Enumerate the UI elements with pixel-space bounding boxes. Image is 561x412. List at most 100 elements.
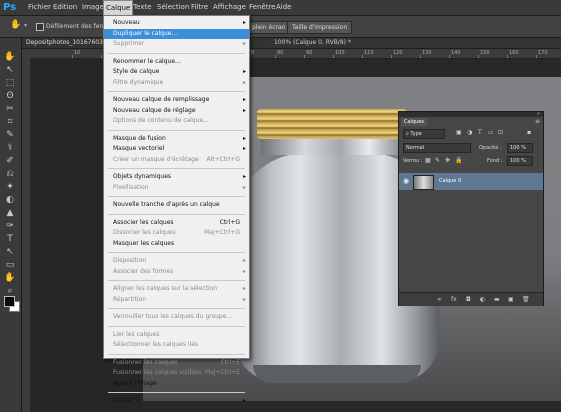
jar-neck-image <box>261 137 405 155</box>
menu-aide[interactable]: Aide <box>274 0 293 15</box>
ruler-tick <box>420 55 421 58</box>
photoshop-logo: Ps <box>3 2 17 13</box>
layer-name[interactable]: Calque 0 <box>439 176 461 186</box>
menu-item-label: Cache <box>113 397 132 404</box>
layers-tab[interactable]: Calques <box>401 118 427 126</box>
ruler-label: 80 <box>277 50 284 56</box>
crop-tool-icon[interactable]: ✂ <box>3 104 17 115</box>
calque-menu-item[interactable]: Masque vectoriel ▸ <box>104 144 249 154</box>
fill-screen-button[interactable]: plein écran <box>247 21 291 34</box>
layers-panel-footer: ∞ fx ◘ ◐ ▬ ▣ 🗑 <box>399 292 543 306</box>
menu-separator <box>108 129 245 131</box>
calque-menu-item[interactable]: Masquer les calques <box>104 239 249 249</box>
slice-tool-icon[interactable]: ⌗ <box>3 117 17 128</box>
menu-affichage[interactable]: Affichage <box>211 0 248 15</box>
lock-transparency-icon[interactable]: ▦ <box>425 157 431 165</box>
hand-view-icon[interactable]: ✋ <box>3 273 17 284</box>
shape-tool-icon[interactable]: ▭ <box>3 260 17 271</box>
burn-tool-icon[interactable]: ◐ <box>3 195 17 206</box>
menu-filtre[interactable]: Filtre <box>189 0 210 15</box>
submenu-arrow-icon: ▸ <box>242 40 246 47</box>
trash-icon[interactable]: 🗑 <box>522 295 530 304</box>
calque-menu-item[interactable]: Nouveau ▸ <box>104 18 249 28</box>
calque-menu-item: Créer un masque d'écrêtage Alt+Ctrl+G <box>104 155 249 165</box>
eraser-tool-icon[interactable]: ✦ <box>3 182 17 193</box>
document-tab[interactable]: Depositphotos_10167603_X <box>26 38 110 48</box>
add-mask-icon[interactable]: ◘ <box>466 295 471 304</box>
healing-tool-icon[interactable]: ⚕ <box>3 143 17 154</box>
new-layer-icon[interactable]: ▣ <box>508 295 514 304</box>
calque-menu-item: Dissocier les calques Maj+Ctrl+G <box>104 228 249 238</box>
layer-filter-select[interactable]: ⌕ Type <box>403 129 445 139</box>
link-layers-icon[interactable]: ∞ <box>437 295 442 304</box>
menu-selection[interactable]: Sélection <box>155 0 191 15</box>
lock-all-icon[interactable]: 🔒 <box>455 157 462 165</box>
hand-tool-icon[interactable]: ✋ <box>10 20 21 30</box>
menu-texte[interactable]: Texte <box>131 0 153 15</box>
ruler-tick <box>391 55 392 58</box>
layer-row[interactable]: ◉ Calque 0 <box>399 173 543 190</box>
visibility-eye-icon[interactable]: ◉ <box>403 177 409 186</box>
adjustment-layer-icon[interactable]: ◐ <box>480 295 485 304</box>
calque-menu-item[interactable]: Nouveau calque de réglage ▸ <box>104 106 249 116</box>
calque-menu-item[interactable]: Aplatir l'image <box>104 379 249 389</box>
menu-separator <box>108 52 245 54</box>
menu-fichier[interactable]: Fichier <box>26 0 53 15</box>
calque-menu-item[interactable]: Dupliquer le calque... <box>104 28 249 39</box>
calque-menu-item[interactable]: Renommer le calque... <box>104 57 249 67</box>
calque-menu-item[interactable]: Nouveau calque de remplissage ▸ <box>104 95 249 105</box>
lock-position-icon[interactable]: ✥ <box>445 157 450 165</box>
fill-field[interactable]: 100 % <box>507 156 533 166</box>
submenu-arrow-icon: ▸ <box>242 68 246 75</box>
brush-tool-icon[interactable]: ✐ <box>3 156 17 167</box>
type-tool-icon[interactable]: T <box>3 234 17 245</box>
menu-item-label: Objets dynamiques <box>113 173 172 180</box>
filter-adjustment-icon[interactable]: ◑ <box>467 129 472 137</box>
marquee-tool-icon[interactable]: ⬚ <box>3 78 17 89</box>
menu-item-label: Associer les calques <box>113 218 174 226</box>
filter-type-icon[interactable]: T <box>478 129 482 137</box>
menu-item-label: Style de calque <box>113 68 160 75</box>
ruler-label: 100 <box>335 50 345 56</box>
calque-menu-item[interactable]: Masque de fusion ▸ <box>104 134 249 144</box>
filter-toggle-icon[interactable]: ▪ <box>527 129 531 137</box>
filter-smart-object-icon[interactable]: ⊡ <box>498 129 503 137</box>
foreground-color-swatch[interactable] <box>4 296 15 307</box>
menu-edition[interactable]: Edition <box>51 0 79 15</box>
calque-menu-item[interactable]: Cache ▸ <box>104 396 249 406</box>
menu-item-label: Répartition <box>113 295 147 303</box>
menu-separator <box>108 91 245 92</box>
menu-fenetre[interactable]: Fenêtre <box>247 0 277 15</box>
calque-menu-item[interactable]: Objets dynamiques ▸ <box>104 172 249 182</box>
collapse-panel-icon[interactable]: » <box>537 111 540 117</box>
history-brush-icon[interactable]: ⎌ <box>3 169 17 180</box>
tool-preset-chevron-icon[interactable]: ▾ <box>24 22 27 29</box>
calque-menu-item[interactable]: Style de calque ▸ <box>104 67 249 77</box>
hand-tool-icon[interactable]: ✋ <box>3 52 17 63</box>
layer-thumbnail <box>413 175 434 190</box>
lasso-tool-icon[interactable]: ʘ <box>3 91 17 102</box>
menu-item-label: Supprimer <box>113 40 145 47</box>
scroll-all-windows-checkbox[interactable] <box>36 23 44 31</box>
filter-pixel-icon[interactable]: ▣ <box>456 129 462 137</box>
panel-menu-icon[interactable]: ≡ <box>535 118 540 125</box>
menu-calque[interactable]: Calque <box>103 0 134 15</box>
path-selection-icon[interactable]: ↖ <box>3 247 17 258</box>
calque-menu-item[interactable]: Associer les calques Ctrl+G <box>104 218 249 228</box>
new-group-icon[interactable]: ▬ <box>494 295 500 304</box>
layer-style-icon[interactable]: fx <box>451 295 457 304</box>
menu-separator <box>108 280 245 281</box>
layers-panel-titlebar[interactable] <box>399 112 543 117</box>
print-size-button[interactable]: Taille d'impression <box>287 21 353 34</box>
pen-tool-icon[interactable]: ✑ <box>3 221 17 232</box>
gradient-tool-icon[interactable]: ▲ <box>3 208 17 219</box>
lock-brush-icon[interactable]: ✎ <box>435 157 440 165</box>
blend-mode-select[interactable]: Normal <box>403 143 471 153</box>
eyedropper-tool-icon[interactable]: ✎ <box>3 130 17 141</box>
menu-separator <box>108 392 245 393</box>
opacity-field[interactable]: 100 % <box>507 143 533 153</box>
calque-menu-item[interactable]: Nouvelle tranche d'après un calque <box>104 200 249 210</box>
move-tool-icon[interactable]: ↖ <box>3 65 17 76</box>
menu-separator <box>108 325 245 327</box>
filter-shape-icon[interactable]: ▭ <box>488 129 494 137</box>
